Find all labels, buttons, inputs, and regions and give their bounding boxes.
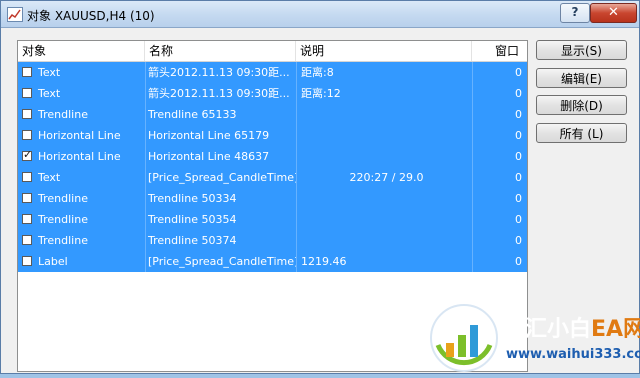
row-checkbox[interactable] [22, 214, 32, 224]
table-row[interactable]: Horizontal Line Horizontal Line 65179 0 [18, 125, 527, 146]
cell-window: 0 [472, 125, 527, 146]
title-bar[interactable]: 对象 XAUUSD,H4 (10) ? ✕ [1, 1, 639, 28]
table-row[interactable]: Trendline Trendline 65133 0 [18, 104, 527, 125]
all-button[interactable]: 所有 (L) [536, 123, 627, 143]
cell-name: 箭头2012.11.13 09:30距... [145, 83, 296, 104]
table-row[interactable]: Trendline Trendline 50334 0 [18, 188, 527, 209]
cell-description: 距离:8 [296, 62, 472, 83]
cell-description: 1219.46 [296, 251, 472, 272]
show-button[interactable]: 显示(S) [536, 40, 627, 60]
cell-object: Text [38, 87, 61, 100]
cell-description [296, 104, 472, 125]
edit-button[interactable]: 编辑(E) [536, 68, 627, 88]
row-checkbox[interactable] [22, 235, 32, 245]
cell-name: 箭头2012.11.13 09:30距... [145, 62, 296, 83]
watermark-url: www.waihui333.com [506, 347, 640, 362]
column-header-object[interactable]: 对象 [18, 41, 145, 61]
delete-button[interactable]: 删除(D) [536, 95, 627, 115]
window-title: 对象 XAUUSD,H4 (10) [27, 9, 155, 23]
row-checkbox[interactable] [22, 172, 32, 182]
cell-window: 0 [472, 188, 527, 209]
logo-bar-icon [446, 343, 454, 357]
table-row[interactable]: Trendline Trendline 50374 0 [18, 230, 527, 251]
cell-window: 0 [472, 146, 527, 167]
cell-name: Horizontal Line 48637 [145, 146, 296, 167]
logo-bar-icon [458, 335, 466, 357]
cell-description [296, 146, 472, 167]
help-button[interactable]: ? [560, 3, 590, 23]
close-button[interactable]: ✕ [590, 3, 637, 23]
cell-object: Text [38, 171, 61, 184]
table-row[interactable]: Text 箭头2012.11.13 09:30距... 距离:8 0 [18, 62, 527, 83]
cell-window: 0 [472, 251, 527, 272]
column-header-name[interactable]: 名称 [145, 41, 296, 61]
watermark-brand: 外汇小白EA网 [503, 317, 640, 342]
row-checkbox[interactable] [22, 67, 32, 77]
table-row[interactable]: Text 箭头2012.11.13 09:30距... 距离:12 0 [18, 83, 527, 104]
cell-object: Trendline [38, 213, 88, 226]
row-checkbox[interactable]: ✓ [22, 148, 33, 161]
cell-name: [Price_Spread_CandleTime]... [145, 167, 296, 188]
cell-window: 0 [472, 167, 527, 188]
cell-name: Trendline 65133 [145, 104, 296, 125]
cell-object: Horizontal Line [38, 150, 121, 163]
table-row[interactable]: ✓ Horizontal Line Horizontal Line 48637 0 [18, 146, 527, 167]
cell-window: 0 [472, 230, 527, 251]
row-checkbox[interactable] [22, 130, 32, 140]
cell-name: Trendline 50374 [145, 230, 296, 251]
row-checkbox[interactable] [22, 193, 32, 203]
cell-description: 距离:12 [296, 83, 472, 104]
chart-app-icon [7, 7, 23, 22]
cell-object: Trendline [38, 108, 88, 121]
column-header-window[interactable]: 窗口 [472, 41, 527, 61]
cell-window: 0 [472, 104, 527, 125]
cell-window: 0 [472, 209, 527, 230]
brand-logo-icon [430, 304, 498, 372]
list-header: 对象 名称 说明 窗口 [18, 41, 527, 62]
cell-window: 0 [472, 83, 527, 104]
cell-description [296, 188, 472, 209]
row-checkbox[interactable] [22, 88, 32, 98]
cell-name: Trendline 50354 [145, 209, 296, 230]
cell-window: 0 [472, 62, 527, 83]
logo-bar-icon [470, 325, 478, 357]
cell-description [296, 230, 472, 251]
cell-name: [Price_Spread_CandleTime]... [145, 251, 296, 272]
table-row[interactable]: Trendline Trendline 50354 0 [18, 209, 527, 230]
cell-description [296, 125, 472, 146]
table-row[interactable]: Label [Price_Spread_CandleTime]... 1219.46… [18, 251, 527, 272]
cell-name: Trendline 50334 [145, 188, 296, 209]
column-header-description[interactable]: 说明 [296, 41, 472, 61]
cell-description [296, 209, 472, 230]
cell-object: Trendline [38, 234, 88, 247]
checkmark-icon: ✓ [23, 148, 33, 161]
cell-name: Horizontal Line 65179 [145, 125, 296, 146]
cell-object: Trendline [38, 192, 88, 205]
objects-dialog: 对象 XAUUSD,H4 (10) ? ✕ 对象 名称 说明 窗口 Text 箭头… [0, 0, 640, 374]
row-checkbox[interactable] [22, 256, 32, 266]
table-row[interactable]: Text [Price_Spread_CandleTime]... 220:27 /… [18, 167, 527, 188]
cell-object: Text [38, 66, 61, 79]
watermark-logo: 外汇小白EA网 www.waihui333.com [428, 301, 640, 375]
row-checkbox[interactable] [22, 109, 32, 119]
cell-description: 220:27 / 29.0 [296, 167, 472, 188]
cell-object: Horizontal Line [38, 129, 121, 142]
cell-object: Label [38, 255, 68, 268]
